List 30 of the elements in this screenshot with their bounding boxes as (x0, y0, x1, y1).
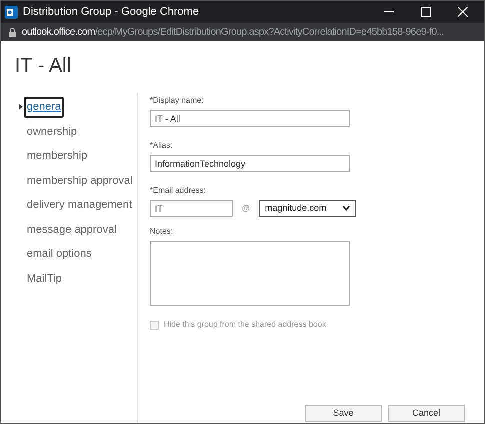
display-name-field[interactable]: IT - All (150, 110, 350, 127)
nav-item[interactable]: email options (27, 246, 92, 262)
maximize-icon[interactable] (421, 7, 431, 17)
pointer-icon (19, 104, 23, 110)
nav-item[interactable]: ownership (27, 124, 78, 140)
checkbox-label: Hide this group from the shared address book (164, 319, 326, 331)
nav-item[interactable]: membership (27, 148, 88, 164)
domain-dropdown[interactable]: magnitude.com (259, 200, 356, 217)
field-label: *Display name: (150, 95, 205, 107)
window-title: Distribution Group - Google Chrome (23, 4, 200, 20)
dialog-button[interactable]: Cancel (388, 405, 465, 422)
alias-field[interactable]: InformationTechnology (150, 155, 350, 172)
notes-field[interactable] (150, 241, 350, 306)
url-text: outlook.office.com/ecp/MyGroups/EditDistributionGroup.aspx?ActivityCorrelationID=e45bb158-96e9-f0... (22, 26, 444, 40)
nav-item[interactable]: MailTip (27, 270, 62, 287)
nav-item[interactable]: genera (24, 97, 64, 118)
close-icon[interactable] (458, 7, 468, 17)
at-sign: @ (242, 202, 250, 214)
field-label: *Email address: (150, 185, 208, 197)
page-title: IT - All (14, 54, 72, 79)
field-label: *Alias: (150, 140, 174, 152)
nav-item[interactable]: message approval (27, 222, 117, 238)
nav-item[interactable]: delivery management (27, 197, 132, 214)
chevron-down-icon (343, 206, 350, 211)
outlook-app-icon (5, 6, 18, 18)
email-field[interactable]: IT (150, 200, 233, 217)
dialog-button[interactable]: Save (305, 405, 382, 422)
lock-icon (9, 28, 16, 36)
nav-item[interactable]: membership approval (27, 172, 133, 189)
field-label: Notes: (150, 226, 174, 238)
